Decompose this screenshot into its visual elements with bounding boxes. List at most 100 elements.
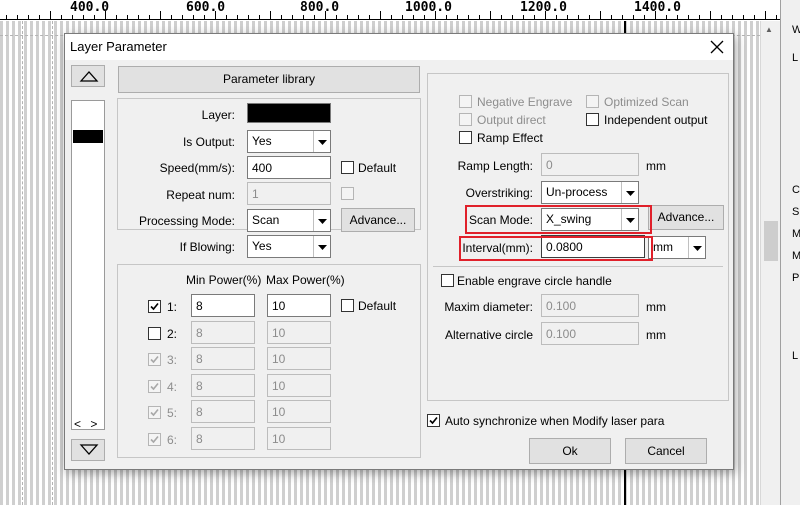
vertical-scrollbar[interactable]: ▲: [760, 21, 780, 505]
ruler-tick: [303, 15, 304, 19]
ruler-tick: [127, 15, 128, 19]
ruler-tick: [259, 15, 260, 19]
chevron-down-icon: [313, 210, 330, 231]
overstriking-label: Overstriking:: [465, 186, 533, 200]
ruler-tick: [116, 15, 117, 19]
alt-circle-label: Alternative circle: [444, 328, 533, 342]
is-output-select[interactable]: Yes: [247, 130, 331, 153]
ruler-tick: [732, 15, 733, 19]
is-output-label: Is Output:: [182, 135, 235, 149]
power-row-checkbox[interactable]: [148, 326, 161, 340]
power-row-label: 1:: [167, 300, 178, 314]
power-row-checkbox[interactable]: [148, 300, 161, 313]
max-power-input: 10: [267, 320, 331, 344]
separator: [433, 266, 723, 267]
power-row-checkbox: [148, 353, 161, 366]
ruler-tick: [226, 15, 227, 19]
panel-text-fragment: C: [792, 184, 800, 196]
ruler-tick: [479, 15, 480, 19]
ruler-tick: [336, 15, 337, 19]
ruler-tick: [281, 15, 282, 19]
power-default-checkbox[interactable]: [341, 299, 354, 312]
if-blowing-label: If Blowing:: [179, 240, 235, 254]
min-power-header: Min Power(%): [186, 273, 262, 287]
max-power-header: Max Power(%): [266, 273, 345, 287]
min-power-input: 8: [191, 347, 255, 370]
min-power-input: 8: [191, 400, 255, 423]
scroll-nav-arrows[interactable]: < >: [74, 417, 100, 431]
ruler-tick: [358, 15, 359, 19]
ruler-tick: [754, 15, 755, 19]
ruler-tick: [457, 15, 458, 19]
ruler-tick: [743, 15, 744, 19]
cancel-button[interactable]: Cancel: [625, 438, 707, 464]
min-power-input[interactable]: 8: [191, 294, 255, 317]
layer-color-swatch[interactable]: [247, 103, 331, 123]
ruler-tick: [182, 15, 183, 19]
layer-list[interactable]: < >: [71, 100, 105, 431]
speed-default-checkbox[interactable]: [341, 161, 354, 174]
ruler-tick: [534, 15, 535, 19]
ruler-tick: [776, 15, 777, 19]
negative-engrave-label: Negative Engrave: [477, 95, 573, 109]
overstriking-select[interactable]: Un-process: [541, 181, 639, 204]
ruler-tick: [314, 15, 315, 19]
scroll-up-icon[interactable]: ▲: [765, 25, 773, 34]
right-side-panel: W L C S M M P L: [780, 0, 800, 505]
power-row-checkbox: [148, 379, 161, 393]
auto-sync-checkbox[interactable]: [427, 414, 440, 427]
processing-mode-select[interactable]: Scan: [247, 209, 331, 232]
interval-unit-select[interactable]: mm: [648, 236, 706, 259]
if-blowing-value: Yes: [252, 239, 272, 253]
ruler-tick: [435, 11, 436, 19]
panel-text-fragment: M: [792, 250, 800, 262]
ruler-tick: [677, 15, 678, 19]
min-power-input: 8: [191, 373, 255, 397]
circle-handle-checkbox[interactable]: [441, 274, 454, 287]
ruler-tick: [578, 15, 579, 19]
power-row-label: 6:: [167, 432, 178, 447]
ruler-tick: [633, 15, 634, 19]
ruler-tick: [94, 15, 95, 19]
max-power-input[interactable]: 10: [267, 294, 331, 317]
panel-text-fragment: W: [792, 24, 800, 36]
interval-unit-value: mm: [653, 240, 673, 254]
power-row-label: 5:: [167, 406, 178, 420]
auto-sync-label: Auto synchronize when Modify laser para: [445, 414, 665, 428]
checkmark-icon: [150, 382, 159, 390]
ramp-effect-checkbox[interactable]: [459, 131, 472, 144]
scan-advance-button[interactable]: Advance...: [648, 205, 724, 230]
parameter-library-button[interactable]: Parameter library: [118, 66, 420, 93]
optimized-scan-label: Optimized Scan: [604, 95, 689, 109]
layer-parameter-dialog: Layer Parameter < > Parameter library La…: [64, 33, 734, 470]
ramp-length-label: Ramp Length:: [457, 159, 533, 173]
layer-down-button[interactable]: [71, 439, 105, 461]
ruler-tick: [721, 15, 722, 19]
dialog-title: Layer Parameter: [70, 39, 167, 54]
layer-list-item-selected[interactable]: [73, 130, 103, 143]
ruler-tick: [446, 15, 447, 19]
scroll-thumb[interactable]: [764, 221, 778, 261]
checkmark-icon: [150, 355, 159, 364]
close-button[interactable]: [705, 36, 729, 58]
checkmark-icon: [150, 435, 159, 443]
ok-button[interactable]: Ok: [529, 438, 611, 464]
ruler-label: 600.0: [186, 0, 226, 15]
ruler-tick: [567, 15, 568, 19]
speed-input[interactable]: 400: [247, 156, 331, 179]
if-blowing-select[interactable]: Yes: [247, 235, 331, 258]
layer-color-fill: [248, 104, 330, 122]
ruler-tick: [490, 11, 491, 19]
ruler-tick: [292, 15, 293, 19]
ruler-tick: [369, 15, 370, 19]
independent-output-checkbox[interactable]: [586, 113, 599, 126]
maxim-diameter-input: 0.100: [541, 294, 639, 317]
layer-up-button[interactable]: [71, 65, 105, 87]
ruler-tick: [699, 15, 700, 19]
dialog-titlebar[interactable]: Layer Parameter: [65, 34, 733, 60]
processing-advance-button[interactable]: Advance...: [341, 208, 415, 232]
ruler-label: 1000.0: [405, 0, 452, 15]
layer-label: Layer:: [201, 108, 235, 122]
ruler-label: 800.0: [300, 0, 340, 15]
ruler-tick: [710, 11, 711, 19]
